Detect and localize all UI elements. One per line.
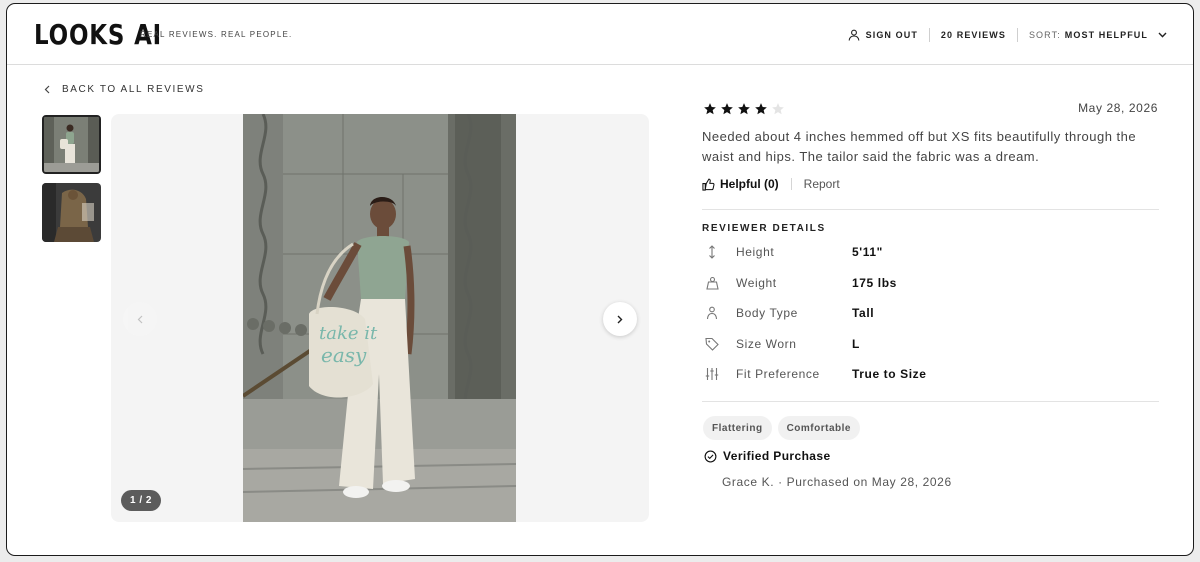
detail-value: Tall xyxy=(852,306,875,320)
verified-purchase-badge: Verified Purchase xyxy=(704,449,831,463)
image-counter: 1 / 2 xyxy=(121,490,161,511)
review-tags: Flattering Comfortable xyxy=(703,416,860,440)
detail-label: Fit Preference xyxy=(736,367,820,381)
detail-label: Height xyxy=(736,245,775,259)
star-filled-icon xyxy=(755,103,767,115)
detail-row-body-type: Body Type Tall xyxy=(705,306,874,320)
tag-chip[interactable]: Comfortable xyxy=(777,416,860,440)
star-filled-icon xyxy=(721,103,733,115)
check-circle-icon xyxy=(704,450,717,462)
detail-row-weight: Weight 175 lbs xyxy=(705,276,896,290)
star-rating xyxy=(703,102,785,116)
detail-row-size-worn: Size Worn L xyxy=(705,337,859,351)
weight-icon xyxy=(705,276,719,290)
thumbnail-photo-2[interactable] xyxy=(42,183,101,242)
report-link[interactable]: Report xyxy=(804,177,840,191)
section-divider xyxy=(702,401,1159,402)
person-icon xyxy=(705,306,719,320)
svg-text:take it: take it xyxy=(319,323,378,344)
detail-row-fit-preference: Fit Preference True to Size xyxy=(705,367,926,381)
review-actions: Helpful (0) Report xyxy=(702,177,840,191)
detail-value: 5'11" xyxy=(852,245,883,259)
height-arrows-icon xyxy=(705,245,719,259)
detail-value: L xyxy=(852,337,860,351)
next-image-button[interactable] xyxy=(603,302,637,336)
star-filled-icon xyxy=(704,103,716,115)
sort-dropdown[interactable]: SORT: MOST HELPFUL xyxy=(1029,30,1167,40)
svg-text:easy: easy xyxy=(321,343,367,367)
chevron-left-icon xyxy=(137,315,143,323)
back-link-label: BACK TO ALL REVIEWS xyxy=(62,84,205,95)
review-date: May 28, 2026 xyxy=(1078,101,1158,115)
detail-label: Size Worn xyxy=(736,337,797,351)
section-divider xyxy=(702,209,1159,210)
purchaser-info: Grace K. · Purchased on May 28, 2026 xyxy=(722,475,952,489)
review-photo: take it easy xyxy=(243,114,516,522)
helpful-button[interactable]: Helpful (0) xyxy=(702,177,779,191)
detail-label: Body Type xyxy=(736,306,798,320)
helpful-label: Helpful (0) xyxy=(720,177,779,191)
app-window: LOOKS AI REAL REVIEWS. REAL PEOPLE. SIGN… xyxy=(6,3,1194,556)
thumbnail-image xyxy=(42,183,101,242)
action-divider xyxy=(790,178,792,190)
chevron-right-icon xyxy=(617,315,623,323)
previous-image-button[interactable] xyxy=(123,302,157,336)
thumbnail-image xyxy=(44,117,99,172)
user-icon xyxy=(848,29,859,41)
chevron-left-icon xyxy=(44,85,50,94)
image-viewer: take it easy 1 / 2 xyxy=(111,114,649,522)
reviewer-details-title: REVIEWER DETAILS xyxy=(702,223,826,234)
detail-value: True to Size xyxy=(852,367,927,381)
sort-value: MOST HELPFUL xyxy=(1064,29,1148,40)
thumbnail-photo-1[interactable] xyxy=(42,115,101,174)
detail-row-height: Height 5'11" xyxy=(705,245,882,259)
star-filled-icon xyxy=(738,103,750,115)
tag-chip[interactable]: Flattering xyxy=(703,416,772,440)
sort-label: SORT: xyxy=(1028,29,1061,40)
sliders-icon xyxy=(705,367,719,381)
thumbs-up-icon xyxy=(702,178,715,191)
verified-label: Verified Purchase xyxy=(723,449,831,463)
header-actions: SIGN OUT 20 REVIEWS SORT: MOST HELPFUL xyxy=(848,4,1167,65)
tag-icon xyxy=(705,337,719,351)
reviews-count[interactable]: 20 REVIEWS xyxy=(941,30,1006,40)
detail-value: 175 lbs xyxy=(852,276,897,290)
header-divider xyxy=(928,27,930,42)
sign-out-button[interactable]: SIGN OUT xyxy=(848,29,918,41)
top-header: LOOKS AI REAL REVIEWS. REAL PEOPLE. SIGN… xyxy=(7,4,1193,65)
star-empty-icon xyxy=(772,103,784,115)
tagline: REAL REVIEWS. REAL PEOPLE. xyxy=(140,30,293,39)
review-body: Needed about 4 inches hemmed off but XS … xyxy=(702,129,1137,164)
chevron-down-icon xyxy=(1158,32,1167,38)
header-divider xyxy=(1016,27,1018,42)
sign-out-label: SIGN OUT xyxy=(865,29,918,40)
detail-label: Weight xyxy=(736,276,777,290)
back-to-reviews-link[interactable]: BACK TO ALL REVIEWS xyxy=(44,84,204,95)
